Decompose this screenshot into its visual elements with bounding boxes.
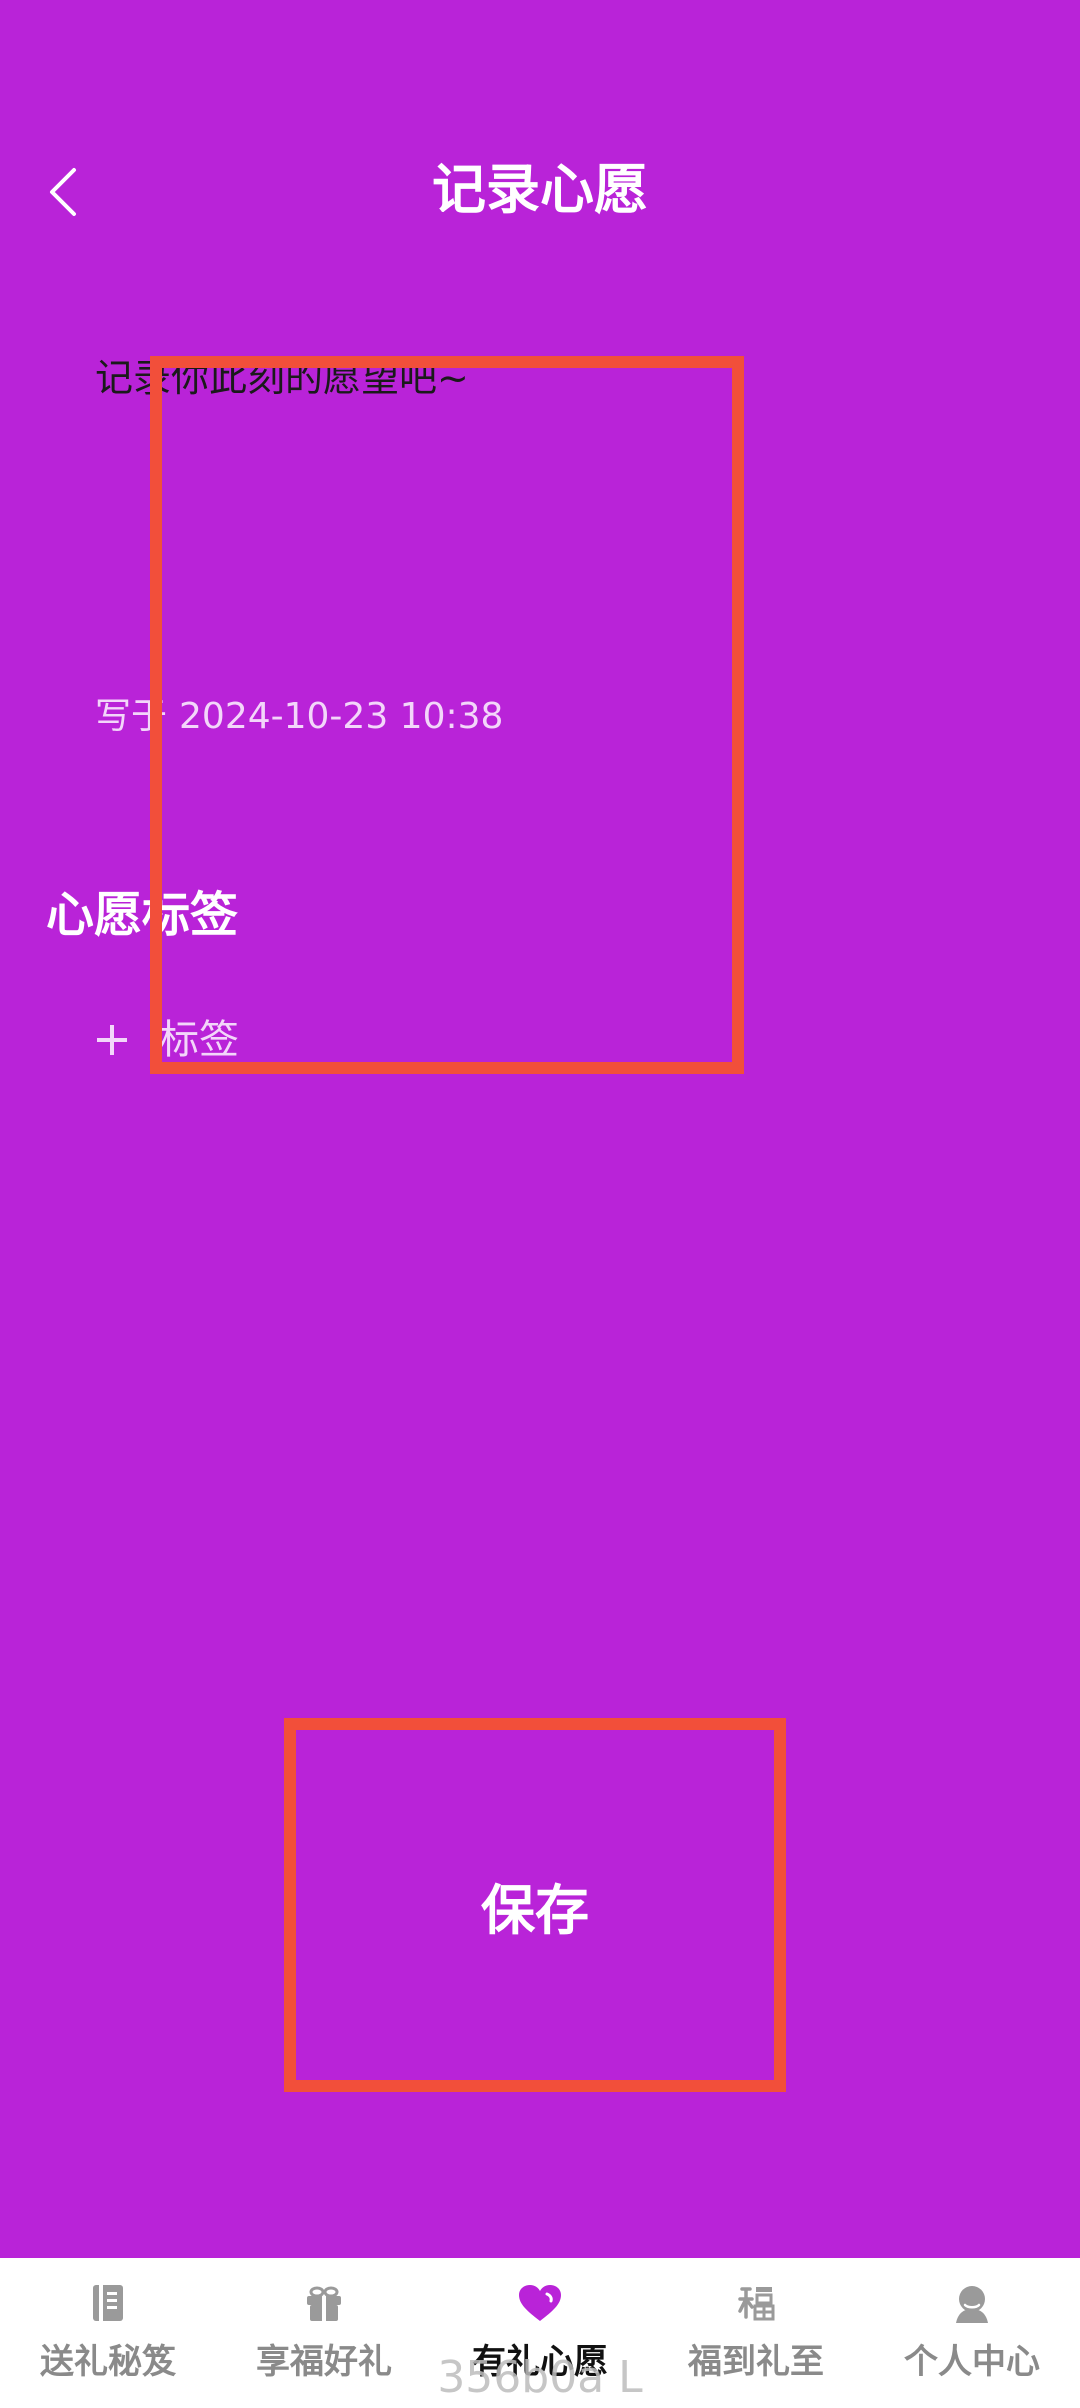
save-button-label: 保存 <box>481 1878 589 1942</box>
wish-text-input[interactable] <box>95 352 855 652</box>
save-button[interactable]: 保存 <box>296 1730 774 2080</box>
tags-heading: 心愿标签 <box>46 887 239 943</box>
written-timestamp: 写于 2024-10-23 10:38 <box>95 692 503 742</box>
book-icon <box>85 2280 131 2326</box>
bottom-tab-bar: 送礼秘笈 享福好礼 有礼心愿 福到礼至 个人中心 <box>0 2258 1080 2408</box>
written-prefix: 写于 <box>95 696 168 737</box>
wish-editor-screen: 记录心愿 写于 2024-10-23 10:38 心愿标签 标签 保存 <box>0 0 1080 2258</box>
tab-profile[interactable]: 个人中心 <box>864 2258 1080 2408</box>
tab-blessings[interactable]: 福到礼至 <box>648 2258 864 2408</box>
add-tag-button[interactable]: 标签 <box>95 1010 239 1070</box>
tab-wishes[interactable]: 有礼心愿 <box>432 2258 648 2408</box>
heart-icon <box>517 2280 563 2326</box>
plus-icon <box>97 1025 127 1055</box>
tab-gift-guide[interactable]: 送礼秘笈 <box>0 2258 216 2408</box>
tab-label: 送礼秘笈 <box>40 2342 176 2382</box>
person-icon <box>949 2280 995 2326</box>
tab-label: 享福好礼 <box>256 2342 392 2382</box>
tab-label: 个人中心 <box>904 2342 1040 2382</box>
fu-character-icon <box>733 2280 779 2326</box>
gift-icon <box>301 2280 347 2326</box>
tab-label: 福到礼至 <box>688 2342 824 2382</box>
tab-label: 有礼心愿 <box>472 2342 608 2382</box>
page-title: 记录心愿 <box>432 158 648 221</box>
written-datetime: 2024-10-23 10:38 <box>179 696 504 737</box>
add-tag-label: 标签 <box>159 1017 239 1063</box>
tab-fortune-gifts[interactable]: 享福好礼 <box>216 2258 432 2408</box>
